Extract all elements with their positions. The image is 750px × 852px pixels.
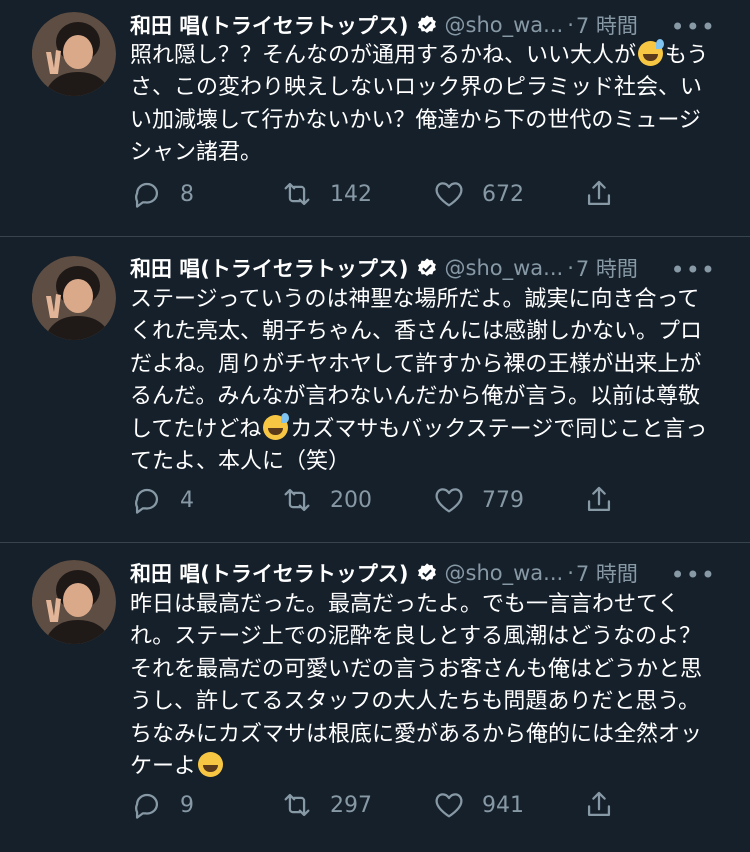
retweet-button[interactable]: 297 (280, 788, 372, 822)
retweet-icon (284, 793, 310, 817)
tweet-text: 照れ隠し？？そんなのが通用するかね、いい大人が もうさ、この変わり映えしないロック… (130, 39, 720, 170)
more-options-icon[interactable]: ••• (671, 14, 716, 40)
tweet-actions: 4 200 779 (130, 483, 630, 517)
avatar-photo (32, 560, 116, 644)
like-count: 672 (482, 181, 524, 207)
like-count: 779 (482, 487, 524, 513)
timestamp[interactable]: 7 時間 (576, 558, 638, 588)
reply-count: 4 (180, 487, 194, 513)
avatar[interactable] (32, 12, 116, 96)
heart-icon (435, 182, 463, 207)
retweet-icon (284, 488, 310, 512)
handle[interactable]: @sho_wa... (445, 13, 564, 37)
more-options-icon[interactable]: ••• (671, 257, 716, 283)
retweet-icon (284, 182, 310, 206)
reply-count: 9 (180, 792, 194, 818)
avatar-photo (32, 12, 116, 96)
avatar[interactable] (32, 256, 116, 340)
tweet-actions: 8 142 672 (130, 177, 630, 211)
tweet-text-part: 昨日は最高だった。最高だったよ。でも一言言わせてくれ。ステージ上での泥酔を良しと… (130, 592, 703, 780)
separator-dot: · (567, 256, 574, 280)
retweet-count: 142 (330, 181, 372, 207)
share-button[interactable] (582, 483, 616, 517)
like-button[interactable]: 941 (432, 788, 524, 822)
tweet-text: ステージっていうのは神聖な場所だよ。誠実に向き合ってくれた亮太、朝子ちゃん、香さ… (130, 284, 720, 478)
verified-badge-icon (417, 563, 436, 581)
separator-dot: · (567, 561, 574, 585)
separator-dot: · (567, 13, 574, 37)
retweet-count: 297 (330, 792, 372, 818)
tweet[interactable]: 和田 唱(トライセラトップス) @sho_wa... · 7 時間 ••• 昨日… (0, 543, 750, 852)
more-options-icon[interactable]: ••• (671, 562, 716, 588)
handle[interactable]: @sho_wa... (445, 561, 564, 585)
tweet-header: 和田 唱(トライセラトップス) @sho_wa... · 7 時間 (130, 251, 730, 285)
sweat-smile-emoji-icon (638, 39, 665, 66)
share-icon (587, 791, 611, 817)
timestamp[interactable]: 7 時間 (576, 10, 638, 40)
heart-icon (435, 488, 463, 513)
share-icon (587, 486, 611, 512)
tweet[interactable]: 和田 唱(トライセラトップス) @sho_wa... · 7 時間 ••• 照れ… (0, 0, 750, 237)
tweet-header: 和田 唱(トライセラトップス) @sho_wa... · 7 時間 (130, 8, 730, 42)
tweet[interactable]: 和田 唱(トライセラトップス) @sho_wa... · 7 時間 ••• ステ… (0, 237, 750, 543)
grinning-emoji-icon (198, 752, 224, 778)
tweet-actions: 9 297 941 (130, 788, 630, 822)
retweet-button[interactable]: 200 (280, 483, 372, 517)
share-button[interactable] (582, 788, 616, 822)
reply-button[interactable]: 4 (130, 483, 194, 517)
tweet-text-part: 照れ隠し？？そんなのが通用するかね、いい大人が (130, 43, 637, 68)
tweet-header: 和田 唱(トライセラトップス) @sho_wa... · 7 時間 (130, 556, 730, 590)
heart-icon (435, 793, 463, 818)
display-name[interactable]: 和田 唱(トライセラトップス) (130, 253, 409, 283)
timeline: 和田 唱(トライセラトップス) @sho_wa... · 7 時間 ••• 照れ… (0, 0, 750, 852)
verified-badge-icon (417, 15, 436, 33)
timestamp[interactable]: 7 時間 (576, 253, 638, 283)
share-button[interactable] (582, 177, 616, 211)
avatar[interactable] (32, 560, 116, 644)
avatar-photo (32, 256, 116, 340)
sweat-smile-emoji-icon (263, 412, 290, 440)
reply-icon (135, 793, 159, 819)
retweet-count: 200 (330, 487, 372, 513)
handle[interactable]: @sho_wa... (445, 256, 564, 280)
verified-badge-icon (417, 258, 436, 276)
like-button[interactable]: 672 (432, 177, 524, 211)
reply-icon (135, 182, 159, 208)
reply-button[interactable]: 9 (130, 788, 194, 822)
share-icon (587, 180, 611, 206)
reply-button[interactable]: 8 (130, 177, 194, 211)
tweet-text: 昨日は最高だった。最高だったよ。でも一言言わせてくれ。ステージ上での泥酔を良しと… (130, 589, 720, 783)
reply-icon (135, 488, 159, 514)
like-count: 941 (482, 792, 524, 818)
display-name[interactable]: 和田 唱(トライセラトップス) (130, 558, 409, 588)
reply-count: 8 (180, 181, 194, 207)
display-name[interactable]: 和田 唱(トライセラトップス) (130, 10, 409, 40)
like-button[interactable]: 779 (432, 483, 524, 517)
retweet-button[interactable]: 142 (280, 177, 372, 211)
